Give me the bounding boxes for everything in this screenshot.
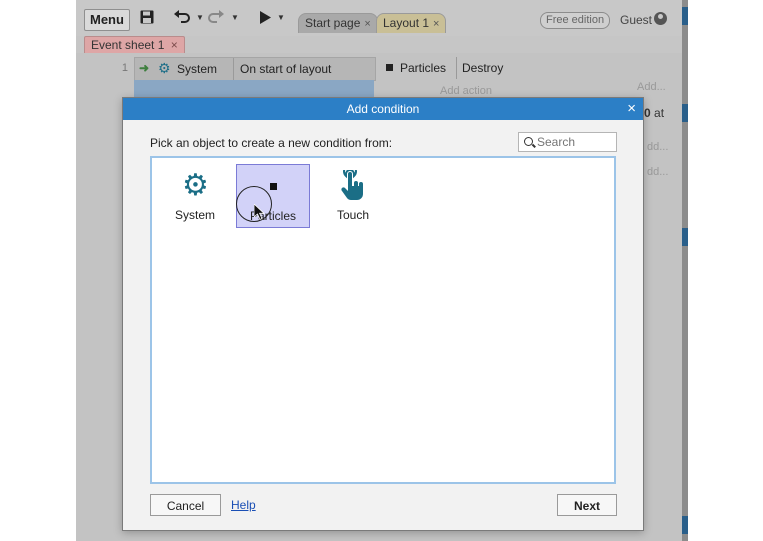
- object-item-touch[interactable]: Touch: [316, 164, 390, 228]
- gear-icon: ⚙: [182, 169, 209, 202]
- tab-start-page-label: Start page: [305, 16, 361, 30]
- mouse-cursor-icon: [254, 204, 266, 220]
- particles-icon: [270, 183, 277, 190]
- event-row[interactable]: ➜ ⚙ System On start of layout Particles …: [134, 57, 674, 101]
- play-icon[interactable]: [260, 11, 271, 27]
- object-item-system[interactable]: ⚙ System: [158, 164, 232, 228]
- gear-icon: ⚙: [158, 60, 171, 76]
- add-action-link[interactable]: Add action: [440, 85, 492, 97]
- redo-dropdown-icon[interactable]: ▼: [231, 13, 239, 22]
- close-icon[interactable]: ×: [364, 18, 370, 30]
- tab-event-sheet-1[interactable]: Event sheet 1 ×: [84, 36, 185, 53]
- close-icon[interactable]: ×: [171, 38, 178, 52]
- side-value: 0 at: [644, 106, 664, 120]
- condition-cell[interactable]: ➜ ⚙ System On start of layout: [134, 57, 376, 81]
- object-label: Touch: [336, 208, 370, 222]
- divider: [456, 57, 457, 79]
- dialog-prompt: Pick an object to create a new condition…: [150, 136, 393, 150]
- search-box[interactable]: [518, 132, 617, 152]
- add-link[interactable]: Add...: [637, 81, 666, 93]
- side-value-number: 0: [644, 106, 651, 120]
- object-list[interactable]: ⚙ System Particles Touch: [150, 156, 616, 484]
- add-link[interactable]: dd...: [647, 141, 668, 153]
- save-icon[interactable]: [140, 10, 154, 27]
- touch-icon: [341, 170, 363, 200]
- edge-marker: [682, 228, 688, 246]
- user-label[interactable]: Guest: [620, 13, 652, 27]
- action-text: Destroy: [462, 61, 504, 75]
- condition-text: On start of layout: [240, 62, 332, 76]
- tab-layout-1-label: Layout 1: [383, 16, 430, 30]
- play-dropdown-icon[interactable]: ▼: [277, 13, 285, 22]
- sheet-tab-row: Event sheet 1 ×: [76, 36, 682, 53]
- tab-event-sheet-label: Event sheet 1: [91, 38, 165, 52]
- event-number: 1: [121, 62, 128, 74]
- menu-button[interactable]: Menu: [84, 9, 130, 31]
- side-value-suffix: at: [654, 106, 665, 120]
- dialog-title: Add condition: [123, 98, 643, 120]
- search-icon: [524, 137, 533, 146]
- undo-icon[interactable]: [174, 10, 190, 27]
- edge-marker: [682, 7, 688, 25]
- action-cell[interactable]: Particles Destroy: [382, 57, 674, 79]
- action-object: Particles: [400, 61, 447, 75]
- divider: [233, 58, 234, 80]
- add-condition-dialog: Add condition × Pick an object to create…: [122, 97, 644, 531]
- next-button[interactable]: Next: [557, 494, 617, 516]
- particles-icon: [386, 64, 393, 71]
- trigger-arrow-icon: ➜: [139, 61, 150, 75]
- edge-marker: [682, 104, 688, 122]
- close-icon[interactable]: ×: [627, 98, 636, 120]
- condition-object: System: [177, 62, 218, 76]
- redo-icon[interactable]: [208, 10, 224, 27]
- edge-marker: [682, 516, 688, 534]
- add-link[interactable]: dd...: [647, 166, 668, 178]
- edition-badge[interactable]: Free edition: [540, 12, 611, 29]
- cancel-button[interactable]: Cancel: [150, 494, 221, 516]
- close-icon[interactable]: ×: [433, 18, 439, 30]
- tab-start-page[interactable]: Start page ×: [298, 13, 378, 33]
- right-edge-panel: [682, 0, 688, 541]
- search-input[interactable]: [537, 134, 613, 150]
- user-icon[interactable]: [654, 12, 667, 25]
- help-link[interactable]: Help: [231, 498, 256, 512]
- object-label: System: [174, 208, 215, 222]
- tab-layout-1[interactable]: Layout 1 ×: [376, 13, 447, 33]
- main-toolbar: Menu ▼ ▼ ▼ Start page × Layout 1 × Free ed…: [76, 0, 682, 37]
- undo-dropdown-icon[interactable]: ▼: [196, 13, 204, 22]
